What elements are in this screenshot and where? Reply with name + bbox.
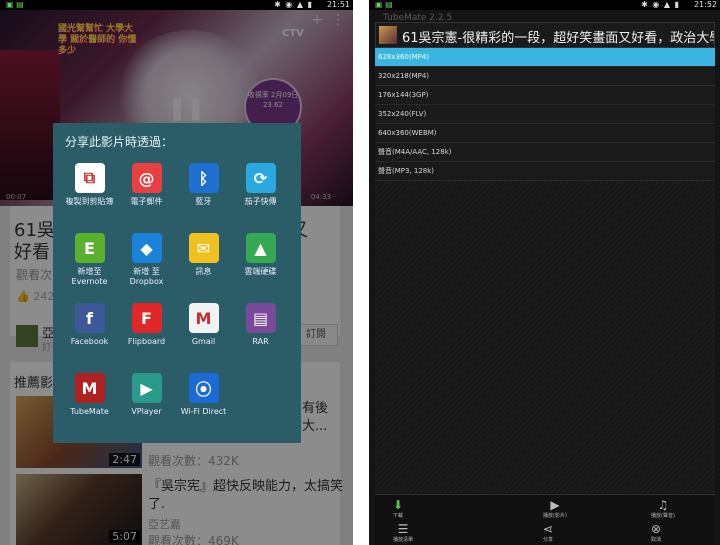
status-icons: ✱ ◉ ▲ ▮ bbox=[641, 0, 680, 9]
bluetooth-icon: ᛒ bbox=[188, 163, 219, 193]
format-option[interactable]: 640x360(WEBM) bbox=[375, 124, 715, 143]
share-app-label: 茄子快傳 bbox=[244, 197, 277, 206]
share-app-label: 新增 至Dropbox bbox=[129, 267, 164, 286]
evernote-icon: E bbox=[74, 233, 105, 263]
share-app-messages[interactable]: ✉ 訊息 bbox=[175, 233, 232, 303]
action-label: 播放(聲音) bbox=[651, 513, 675, 519]
share-app-label: 藍牙 bbox=[195, 197, 212, 206]
share-dialog-title: 分享此影片時透過： bbox=[65, 135, 174, 149]
notification-icon: ▣ ▤ bbox=[375, 0, 393, 9]
share-button[interactable]: ⋖ 分享 bbox=[543, 522, 554, 544]
share-app-label: Flipboard bbox=[127, 337, 166, 346]
share-app-wifi-direct[interactable]: ⦿ Wi-Fi Direct bbox=[175, 373, 232, 443]
share-app-label: VPlayer bbox=[131, 407, 162, 416]
facebook-icon: f bbox=[74, 303, 105, 333]
status-time: 21:52 bbox=[693, 0, 717, 9]
format-option[interactable]: 176x144(3GP) bbox=[375, 86, 715, 105]
share-app-vplayer[interactable]: ▶ VPlayer bbox=[118, 373, 175, 443]
play-video-icon: ▶ bbox=[550, 498, 560, 512]
wifi-direct-icon: ⦿ bbox=[188, 373, 219, 403]
left-phone-screen: ▣ ▤ ✱ ◉ ▲ ▮ 21:51 國光幫幫忙 大學大學 關於醫師的 你懂多少 … bbox=[0, 0, 353, 545]
flipboard-icon: F bbox=[131, 303, 162, 333]
share-app-clipboard[interactable]: ⧉ 複製到剪貼簿 bbox=[61, 163, 118, 233]
format-option[interactable]: 352x240(FLV) bbox=[375, 105, 715, 124]
download-icon: ⬇ bbox=[393, 498, 404, 512]
bottom-action-bar: ⬇ 下載 ▶ 播放(影片) ♫ 播放(聲音) ☰ 播放清單 ⋖ 分享 ⊗ 取消 bbox=[375, 494, 715, 545]
play-video-button[interactable]: ▶ 播放(影片) bbox=[543, 498, 567, 520]
cancel-icon: ⊗ bbox=[651, 522, 662, 536]
share-icon: ⋖ bbox=[543, 522, 554, 536]
share-app-label: RAR bbox=[252, 337, 269, 346]
download-dialog-header: 61吳宗憲-很精彩的一段，超好笑畫面又好看，政治大學... bbox=[375, 22, 715, 48]
right-phone-screen: ▣ ▤ ✱ ◉ ▲ ▮ 21:52 TubeMate 2.2.5 61吳宗憲-很… bbox=[369, 0, 720, 545]
share-app-label: Gmail bbox=[191, 337, 216, 346]
format-list: 628x360(MP4) 320x218(MP4) 176x144(3GP) 352x… bbox=[375, 48, 715, 181]
download-button[interactable]: ⬇ 下載 bbox=[393, 498, 404, 520]
share-app-label: 雲端硬碟 bbox=[244, 267, 277, 276]
share-app-shareit[interactable]: ⟳ 茄子快傳 bbox=[232, 163, 289, 233]
play-audio-button[interactable]: ♫ 播放(聲音) bbox=[651, 498, 675, 520]
share-app-bluetooth[interactable]: ᛒ 藍牙 bbox=[175, 163, 232, 233]
share-app-label: 訊息 bbox=[195, 267, 212, 276]
playlist-icon: ☰ bbox=[397, 522, 409, 536]
rar-icon: ▤ bbox=[245, 303, 276, 333]
playlist-button[interactable]: ☰ 播放清單 bbox=[393, 522, 414, 544]
action-label: 播放清單 bbox=[393, 537, 414, 543]
action-label: 取消 bbox=[651, 537, 662, 543]
format-option[interactable]: 628x360(MP4) bbox=[375, 48, 715, 67]
drive-icon: ▲ bbox=[245, 233, 276, 263]
status-bar: ▣ ▤ ✱ ◉ ▲ ▮ 21:51 bbox=[0, 0, 353, 10]
format-option[interactable]: 320x218(MP4) bbox=[375, 67, 715, 86]
vplayer-icon: ▶ bbox=[131, 373, 162, 403]
cancel-button[interactable]: ⊗ 取消 bbox=[651, 522, 662, 544]
share-app-grid: ⧉ 複製到剪貼簿 @ 電子郵件 ᛒ 藍牙 ⟳ 茄子快傳 E 新增至 Evernote ◆ 新增 至Dr… bbox=[61, 163, 297, 443]
screen-divider bbox=[353, 0, 369, 545]
share-app-label: Facebook bbox=[70, 337, 109, 346]
video-thumbnail bbox=[379, 26, 397, 44]
status-time: 21:51 bbox=[326, 0, 350, 9]
share-app-label: 電子郵件 bbox=[130, 197, 163, 206]
play-audio-icon: ♫ bbox=[657, 498, 669, 512]
clipboard-icon: ⧉ bbox=[74, 163, 105, 193]
share-app-facebook[interactable]: f Facebook bbox=[61, 303, 118, 373]
share-app-gmail[interactable]: M Gmail bbox=[175, 303, 232, 373]
share-app-flipboard[interactable]: F Flipboard bbox=[118, 303, 175, 373]
share-app-label: TubeMate bbox=[70, 407, 109, 416]
format-option[interactable]: 聲音(M4A/AAC, 128k) bbox=[375, 143, 715, 162]
format-list-empty-area bbox=[375, 181, 715, 493]
action-label: 下載 bbox=[393, 513, 404, 519]
messages-icon: ✉ bbox=[188, 233, 219, 263]
share-app-drive[interactable]: ▲ 雲端硬碟 bbox=[232, 233, 289, 303]
video-title: 61吳宗憲-很精彩的一段，超好笑畫面又好看，政治大學... bbox=[402, 31, 714, 46]
action-label: 分享 bbox=[543, 537, 554, 543]
shareit-icon: ⟳ bbox=[245, 163, 276, 193]
format-option[interactable]: 聲音(MP3, 128k) bbox=[375, 162, 715, 181]
share-app-email[interactable]: @ 電子郵件 bbox=[118, 163, 175, 233]
share-app-label: Wi-Fi Direct bbox=[180, 407, 227, 416]
dropbox-icon: ◆ bbox=[131, 233, 162, 263]
share-dialog: 分享此影片時透過： ⧉ 複製到剪貼簿 @ 電子郵件 ᛒ 藍牙 ⟳ 茄子快傳 E 新增至 Evern… bbox=[53, 123, 301, 443]
status-icons: ✱ ◉ ▲ ▮ bbox=[274, 0, 313, 9]
tubemate-icon: M bbox=[74, 373, 105, 403]
action-label: 播放(影片) bbox=[543, 513, 567, 519]
gmail-icon: M bbox=[188, 303, 219, 333]
share-app-evernote[interactable]: E 新增至 Evernote bbox=[61, 233, 118, 303]
share-app-dropbox[interactable]: ◆ 新增 至Dropbox bbox=[118, 233, 175, 303]
share-app-rar[interactable]: ▤ RAR bbox=[232, 303, 289, 373]
share-app-label: 新增至 Evernote bbox=[71, 267, 108, 286]
email-icon: @ bbox=[131, 163, 162, 193]
status-bar: ▣ ▤ ✱ ◉ ▲ ▮ 21:52 bbox=[369, 0, 720, 10]
notification-icon: ▣ ▤ bbox=[6, 0, 24, 9]
share-app-label: 複製到剪貼簿 bbox=[65, 197, 114, 206]
share-app-tubemate[interactable]: M TubeMate bbox=[61, 373, 118, 443]
